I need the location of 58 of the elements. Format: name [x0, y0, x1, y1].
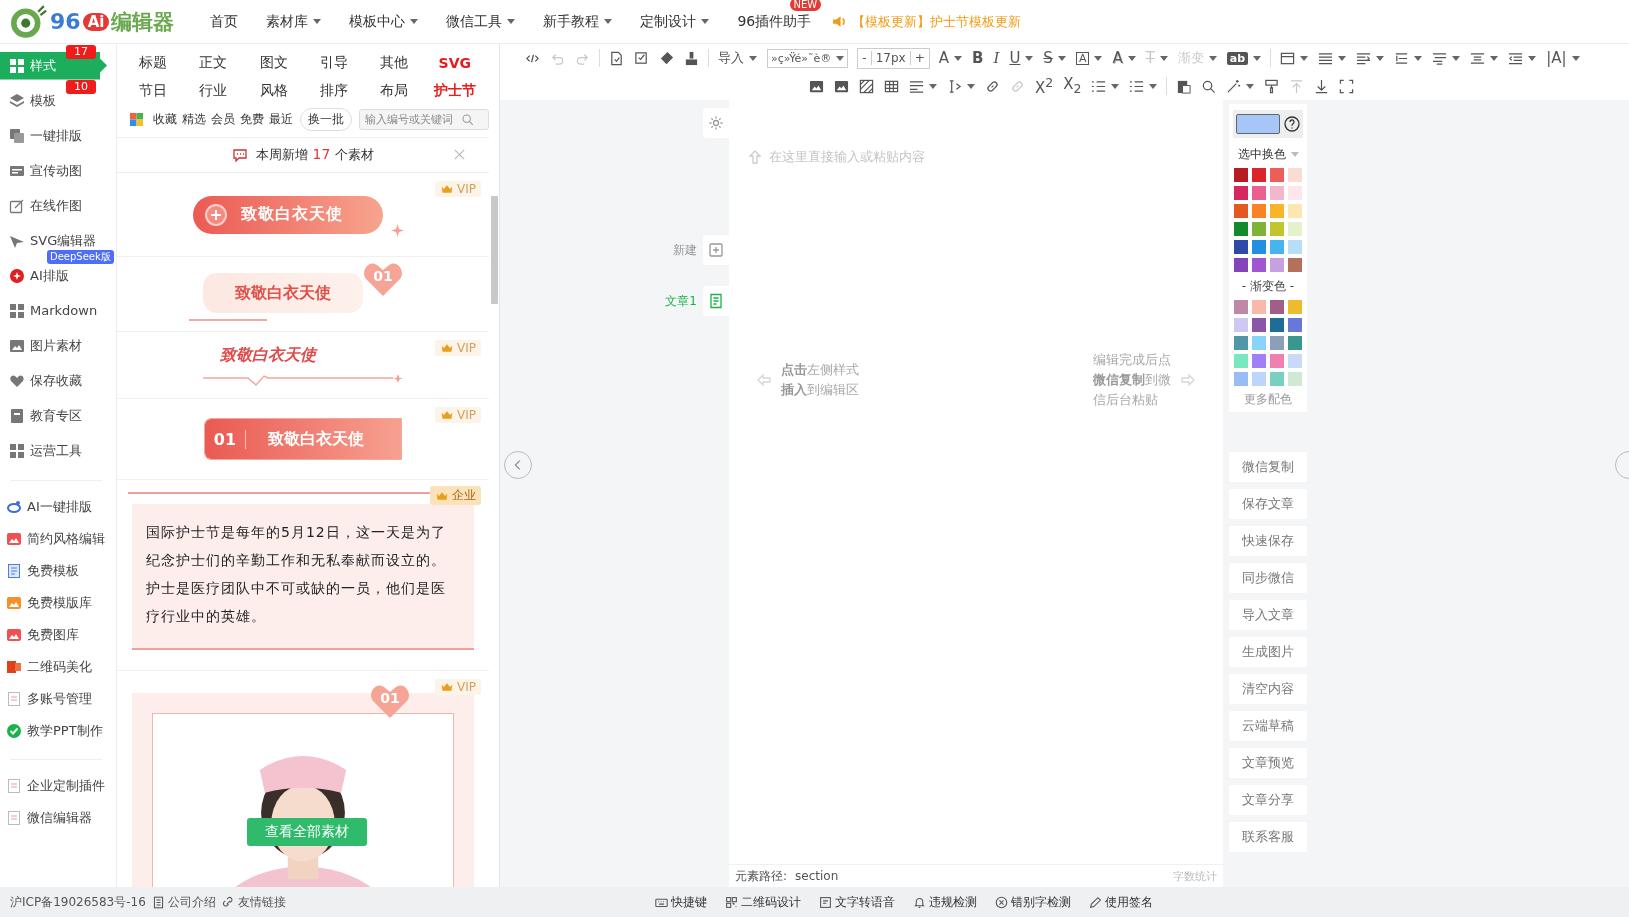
sidebar-label: 保存收藏: [30, 371, 82, 390]
notice-text: 本周新增 17 个素材: [256, 146, 374, 164]
sidebar-label: 教学PPT制作: [27, 722, 103, 740]
sidebar-label: 简约风格编辑: [27, 530, 105, 548]
badge-label: 企业: [452, 487, 476, 504]
tool-label: 快捷键: [671, 893, 707, 911]
number-label: 01: [379, 690, 401, 706]
sidebar-label: AI一键排版: [27, 498, 92, 516]
badge-label: VIP: [457, 680, 476, 694]
tool-label: 文字转语音: [835, 893, 895, 911]
banner-title: 致敬白衣天使: [241, 204, 343, 225]
tool-label: 错别字检测: [1011, 893, 1071, 911]
paragraph-text: 国际护士节是每年的5月12日，这一天是为了纪念护士们的辛勤工作和无私奉献而设立的。护士是医疗团队中不可或缺的一员，他们是医疗行业中的英雄。: [146, 523, 447, 626]
number-label: 01: [205, 429, 246, 449]
sidebar-label: 微信编辑器: [27, 809, 92, 827]
section-label: - 渐变色 -: [1241, 278, 1295, 295]
count-badge: 17: [66, 45, 96, 59]
banner-title: 致敬白衣天使: [220, 344, 316, 366]
logo-text: 编辑器: [111, 8, 175, 36]
sidebar-label: AI排版: [30, 266, 69, 285]
version-tag: DeepSeek版: [47, 250, 114, 264]
sidebar-label: 样式: [30, 56, 56, 75]
new-label: 新建: [673, 241, 697, 259]
sidebar-label: 教育专区: [30, 406, 82, 425]
tool-label: 使用签名: [1105, 893, 1153, 911]
sidebar-label: 图片素材: [30, 336, 82, 355]
new-badge: NEW: [789, 0, 822, 11]
sidebar-label: 多账号管理: [27, 690, 92, 708]
sidebar-label: 企业定制插件: [27, 777, 105, 795]
sidebar-label: 二维码美化: [27, 658, 92, 676]
link-label: 公司介绍: [167, 893, 216, 911]
icp-text: 沪ICP备19026583号-16: [10, 893, 146, 911]
number-label: 01: [372, 268, 394, 284]
hint-text: 点击左侧样式插入到编辑区: [781, 361, 859, 399]
hint-text: 编辑完成后点微信复制到微信后台粘贴: [1093, 351, 1171, 409]
tool-label: 违规检测: [929, 893, 977, 911]
sidebar-label: 一键排版: [30, 126, 82, 145]
path-value: section: [795, 869, 839, 883]
badge-label: VIP: [457, 182, 476, 196]
path-label: 元素路径:: [735, 867, 788, 885]
logo-badge: Ai: [82, 12, 110, 31]
sidebar-label: 免费图库: [27, 626, 79, 644]
tool-label: 二维码设计: [741, 893, 801, 911]
sidebar-label: 宣传动图: [30, 161, 82, 180]
sidebar-label: 模板: [30, 91, 56, 110]
sidebar-label: 免费模版库: [27, 594, 92, 612]
sidebar-label: 免费模板: [27, 562, 79, 580]
sidebar-label: 在线作图: [30, 196, 82, 215]
link-label: 友情链接: [237, 893, 286, 911]
sidebar-label: SVG编辑器: [30, 231, 97, 250]
banner-title: 致敬白衣天使: [235, 282, 331, 304]
logo-text: 96: [50, 9, 81, 34]
sidebar-label: Markdown: [30, 303, 98, 318]
banner-title: 致敬白衣天使: [268, 428, 364, 450]
count-badge: 10: [66, 80, 96, 94]
badge-label: VIP: [457, 341, 476, 355]
badge-label: VIP: [457, 408, 476, 422]
sidebar-label: 运营工具: [30, 441, 82, 460]
